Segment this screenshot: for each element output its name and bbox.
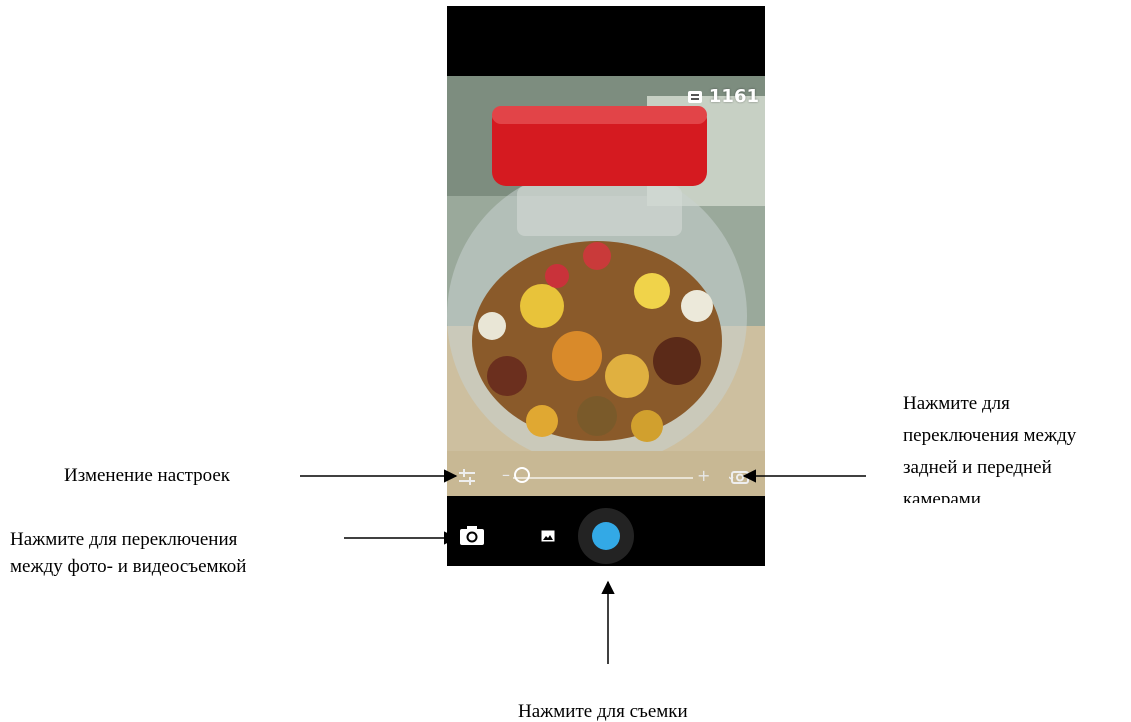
shutter-annotation: Нажмите для съемки (518, 701, 688, 722)
settings-annotation: Изменение настроек (64, 465, 230, 486)
camera-icon[interactable] (459, 524, 485, 546)
zoom-slider-track[interactable] (513, 477, 693, 479)
viewfinder: 1161 (447, 76, 765, 496)
mode-switch-annotation-line2: между фото- и видеосъемкой (10, 556, 247, 577)
remaining-shots: 1161 (687, 86, 759, 107)
zoom-controls: – + (447, 462, 765, 492)
switch-camera-annotation-line4: камерами (903, 489, 981, 503)
image-icon[interactable] (541, 530, 555, 542)
mode-switch-annotation-line1: Нажмите для переключения (10, 529, 238, 550)
zoom-out-label: – (502, 465, 510, 484)
viewfinder-photo (447, 76, 765, 496)
shots-count: 1161 (708, 86, 759, 107)
zoom-in-label: + (697, 466, 711, 485)
switch-camera-annotation-clip: камерами (903, 486, 1103, 503)
shutter-button-inner (592, 522, 620, 550)
shutter-button[interactable] (578, 508, 634, 564)
camera-screen: 1161 – + (447, 6, 765, 566)
camera-switch-icon[interactable] (729, 467, 751, 487)
sd-card-icon (687, 90, 702, 103)
switch-camera-annotation-line3: задней и передней (903, 457, 1052, 478)
switch-camera-annotation-line2: переключения между (903, 425, 1077, 446)
zoom-slider-thumb[interactable] (514, 467, 530, 483)
bottom-bar (447, 496, 765, 566)
switch-camera-annotation-line1: Нажмите для (903, 393, 1010, 414)
settings-icon[interactable] (457, 467, 477, 487)
